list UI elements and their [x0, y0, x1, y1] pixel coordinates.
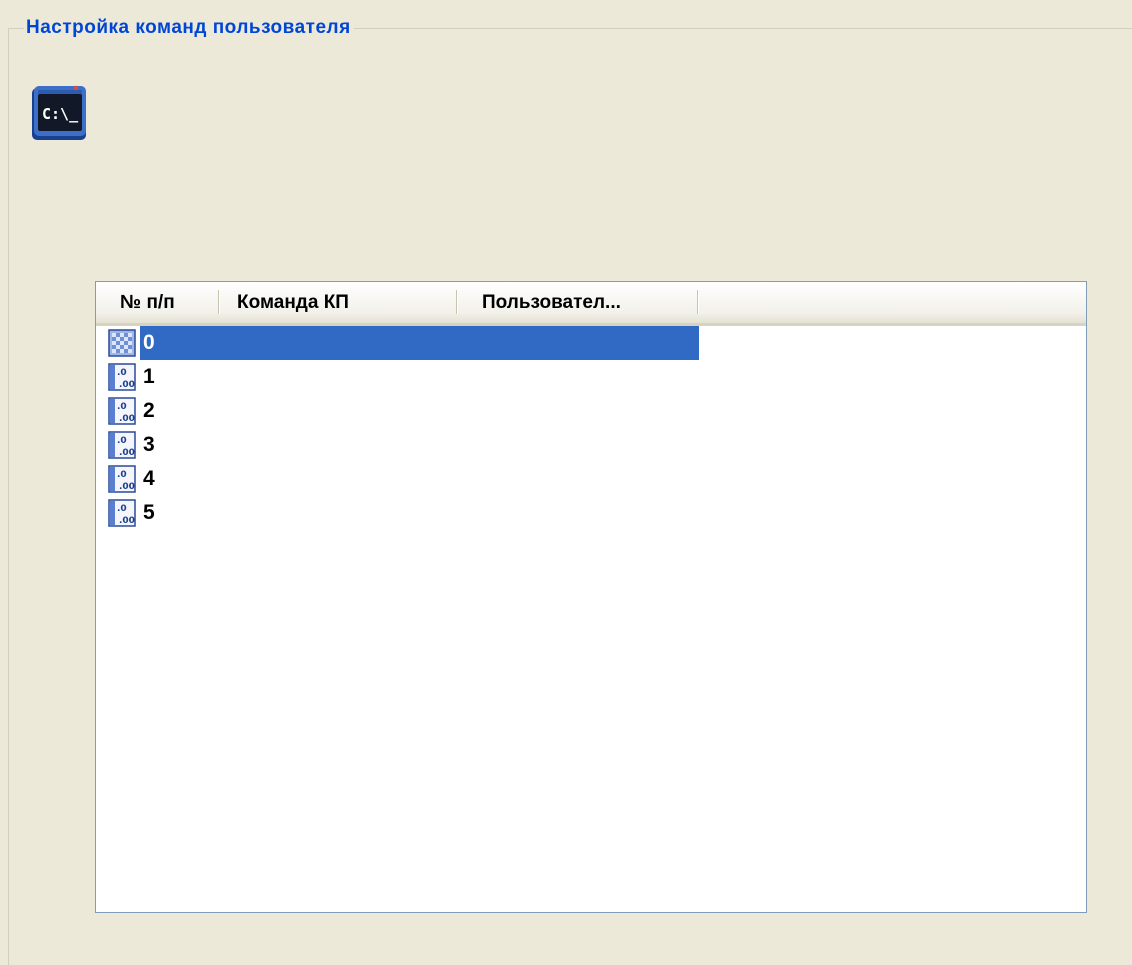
numeric-value-icon — [108, 329, 136, 357]
svg-text:.00: .00 — [119, 482, 135, 492]
numeric-value-icon: .0 .00 — [108, 499, 136, 527]
column-header-number[interactable]: № п/п — [120, 282, 175, 323]
commands-list[interactable]: № п/п Команда КП Пользовател... 0 .0 .00… — [95, 281, 1087, 913]
row-number: 4 — [143, 467, 155, 490]
numeric-value-icon: .0 .00 — [108, 397, 136, 425]
column-header-command[interactable]: Команда КП — [237, 282, 349, 323]
list-item[interactable]: .0 .00 5 — [96, 496, 1086, 530]
svg-text:.00: .00 — [119, 448, 135, 458]
numeric-value-icon: .0 .00 — [108, 431, 136, 459]
column-header-user[interactable]: Пользовател... — [482, 282, 621, 323]
column-divider[interactable] — [456, 290, 457, 314]
column-divider[interactable] — [697, 290, 698, 314]
list-item[interactable]: .0 .00 4 — [96, 462, 1086, 496]
list-item[interactable]: .0 .00 2 — [96, 394, 1086, 428]
svg-text:.0: .0 — [117, 436, 127, 446]
list-item[interactable]: .0 .00 1 — [96, 360, 1086, 394]
svg-text:.00: .00 — [119, 516, 135, 526]
numeric-value-icon: .0 .00 — [108, 465, 136, 493]
list-header: № п/п Команда КП Пользовател... — [96, 282, 1086, 326]
command-prompt-icon[interactable]: C:\_ — [29, 80, 89, 142]
group-title: Настройка команд пользователя — [24, 17, 354, 39]
row-number: 5 — [143, 501, 155, 524]
row-number: 0 — [143, 331, 155, 354]
svg-text:C:\_: C:\_ — [42, 105, 79, 123]
list-rows: 0 .0 .00 1 .0 .00 2 .0 .00 3 .0 .00 4 .0… — [96, 326, 1086, 530]
column-divider[interactable] — [218, 290, 219, 314]
selection-highlight — [140, 326, 699, 360]
svg-text:.0: .0 — [117, 470, 127, 480]
list-item[interactable]: .0 .00 3 — [96, 428, 1086, 462]
svg-text:.0: .0 — [117, 402, 127, 412]
row-number: 3 — [143, 433, 155, 456]
svg-text:.00: .00 — [119, 380, 135, 390]
list-item[interactable]: 0 — [96, 326, 1086, 360]
svg-text:.0: .0 — [117, 504, 127, 514]
numeric-value-icon: .0 .00 — [108, 363, 136, 391]
row-number: 2 — [143, 399, 155, 422]
svg-text:.0: .0 — [117, 368, 127, 378]
svg-text:.00: .00 — [119, 414, 135, 424]
row-number: 1 — [143, 365, 155, 388]
